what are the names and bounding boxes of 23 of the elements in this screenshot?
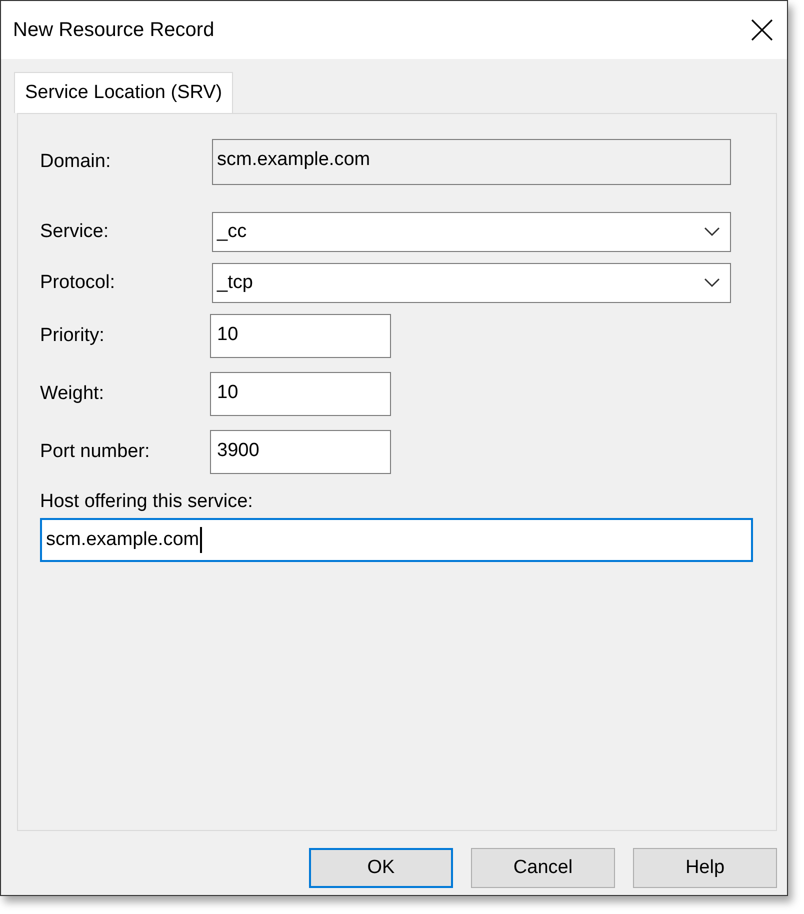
field-label: Host offering this service:: [40, 490, 254, 514]
dialog-button[interactable]: Cancel: [471, 848, 615, 888]
tab[interactable]: Service Location (SRV): [14, 72, 234, 113]
field-label: Priority:: [39, 324, 106, 348]
domain-field[interactable]: scm.example.com: [212, 139, 731, 185]
chevron-down-icon: [704, 227, 720, 237]
field-label: Port number:: [39, 440, 151, 464]
field-label: Weight:: [39, 382, 106, 406]
text-field[interactable]: 10: [210, 314, 391, 358]
dropdown-field[interactable]: _cc: [212, 212, 731, 252]
dropdown-field[interactable]: _tcp: [212, 263, 731, 303]
dialog-button[interactable]: Help: [633, 848, 777, 888]
text-field[interactable]: 3900: [210, 430, 391, 474]
window-title: New Resource Record: [13, 18, 214, 43]
field-label: Domain:: [39, 150, 112, 174]
text-cursor: [200, 527, 202, 553]
text-field[interactable]: 10: [210, 372, 391, 416]
field-label: Service:: [39, 220, 110, 244]
chevron-down-icon: [704, 278, 720, 288]
dialog-button[interactable]: OK: [309, 848, 453, 888]
close-icon[interactable]: [751, 19, 773, 41]
field-label: Protocol:: [39, 270, 116, 295]
host-field[interactable]: scm.example.com: [40, 518, 753, 562]
